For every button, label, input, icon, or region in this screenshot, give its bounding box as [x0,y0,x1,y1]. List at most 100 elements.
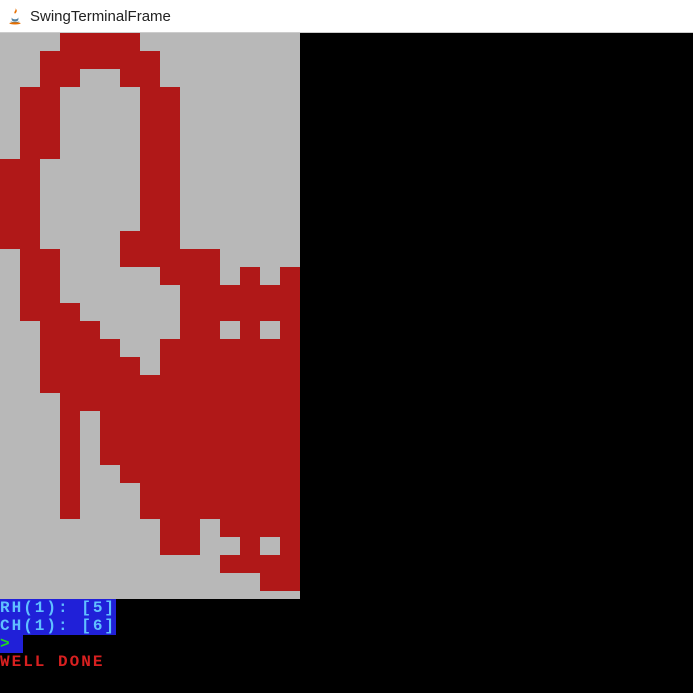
pixel [40,501,60,519]
pixel-art-panel [0,33,300,599]
pixel [0,231,20,249]
pixel [280,555,300,573]
pixel [60,105,80,123]
pixel [160,447,180,465]
pixel [60,249,80,267]
pixel [60,411,80,429]
pixel [260,195,280,213]
pixel [220,159,240,177]
pixel [180,483,200,501]
window-title: SwingTerminalFrame [30,8,171,25]
pixel [260,33,280,51]
pixel [0,249,20,267]
pixel [200,393,220,411]
pixel [220,573,240,591]
pixel [200,51,220,69]
pixel [200,33,220,51]
console-line-rh: RH(1): [5] [0,599,116,617]
pixel [260,159,280,177]
pixel [20,51,40,69]
pixel [200,501,220,519]
pixel [40,519,60,537]
pixel [140,573,160,591]
pixel-row [0,69,300,87]
pixel [220,465,240,483]
pixel-row [0,303,300,321]
pixel [80,411,100,429]
pixel [160,537,180,555]
pixel [40,231,60,249]
pixel [80,357,100,375]
pixel [260,483,280,501]
pixel [0,375,20,393]
pixel [220,123,240,141]
pixel [140,537,160,555]
pixel [220,213,240,231]
pixel [60,177,80,195]
pixel [20,267,40,285]
pixel [280,465,300,483]
pixel [100,87,120,105]
pixel [0,357,20,375]
pixel [140,357,160,375]
pixel [240,555,260,573]
pixel [160,375,180,393]
pixel [20,555,40,573]
pixel [120,429,140,447]
pixel [200,339,220,357]
pixel [0,429,20,447]
pixel [100,339,120,357]
pixel [80,447,100,465]
pixel [20,537,40,555]
pixel [80,429,100,447]
pixel-row [0,501,300,519]
pixel [280,537,300,555]
pixel [60,357,80,375]
pixel [180,105,200,123]
pixel [160,519,180,537]
pixel [280,177,300,195]
pixel [180,285,200,303]
pixel [120,465,140,483]
pixel [80,141,100,159]
pixel [180,573,200,591]
pixel [60,285,80,303]
pixel [200,249,220,267]
pixel [100,555,120,573]
pixel [280,519,300,537]
pixel [20,321,40,339]
pixel [40,159,60,177]
pixel [280,159,300,177]
pixel [280,483,300,501]
pixel-row [0,519,300,537]
pixel-row [0,537,300,555]
pixel [240,537,260,555]
pixel [220,177,240,195]
terminal-client-area[interactable]: RH(1): [5] CH(1): [6] > WELL DONE [0,33,693,693]
pixel [140,267,160,285]
pixel [40,123,60,141]
pixel [20,339,40,357]
window-titlebar: SwingTerminalFrame [0,0,693,33]
pixel [140,285,160,303]
console-prompt[interactable]: > [0,635,23,653]
pixel [120,213,140,231]
pixel [60,375,80,393]
pixel [260,537,280,555]
pixel [200,231,220,249]
pixel [20,69,40,87]
pixel [120,87,140,105]
pixel [220,501,240,519]
pixel [120,411,140,429]
pixel [280,33,300,51]
pixel [100,195,120,213]
pixel [260,123,280,141]
pixel [200,195,220,213]
pixel [220,69,240,87]
pixel [60,231,80,249]
pixel [120,33,140,51]
pixel [60,537,80,555]
pixel [180,87,200,105]
pixel [260,393,280,411]
pixel [100,267,120,285]
